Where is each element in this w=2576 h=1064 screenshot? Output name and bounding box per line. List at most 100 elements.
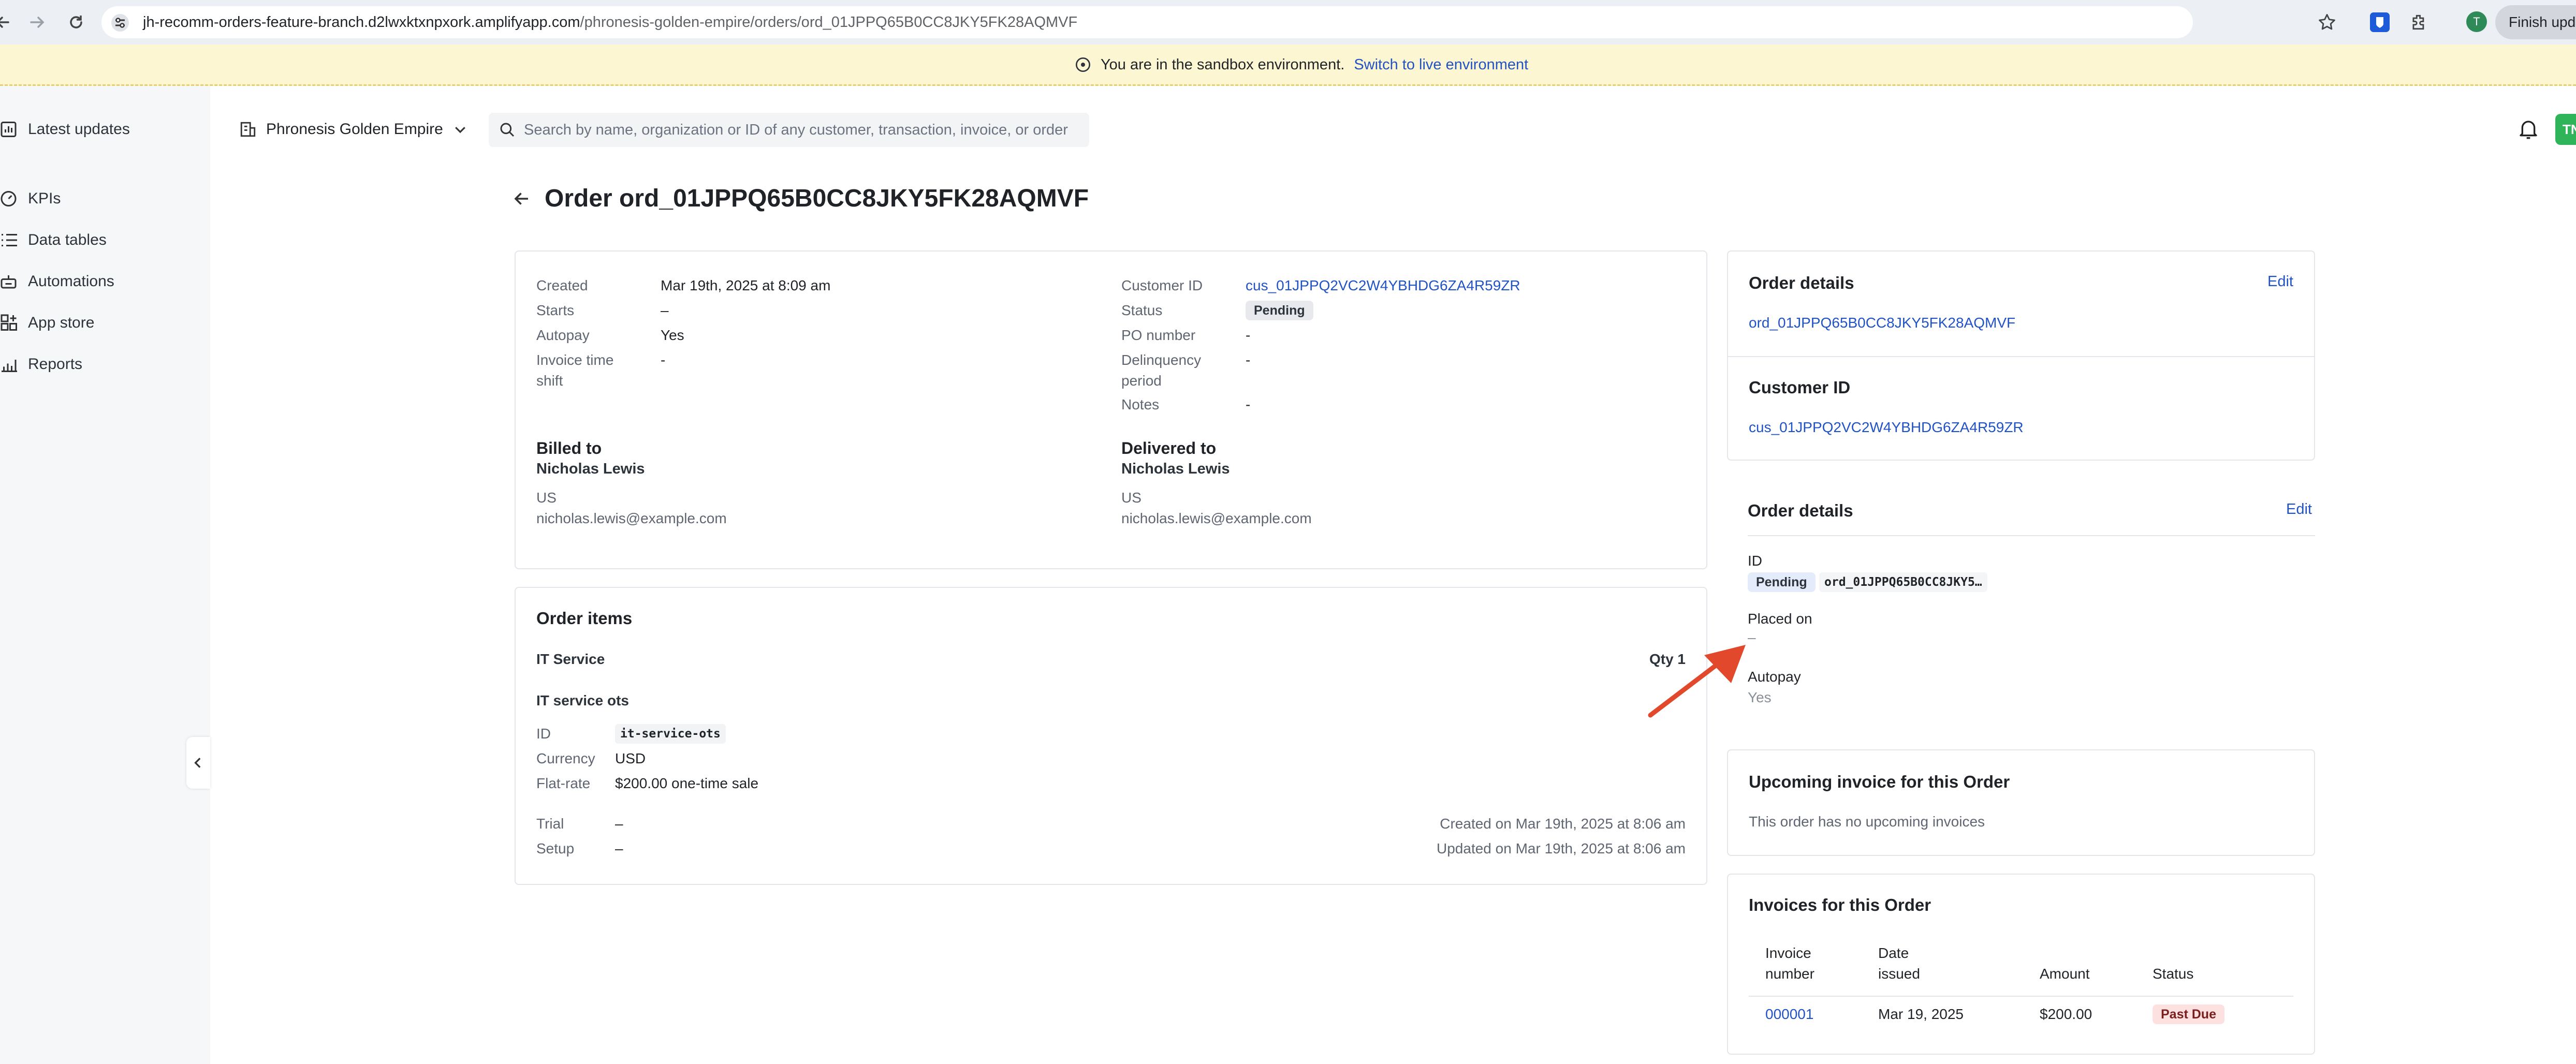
extensions-icon[interactable] (2409, 12, 2429, 32)
url-host: jh-recomm-orders-feature-branch.d2lwxktx… (143, 14, 580, 31)
org-switcher[interactable]: Phronesis Golden Empire (239, 115, 468, 144)
global-search[interactable] (489, 113, 1089, 147)
sidebar-item-label: Data tables (28, 231, 107, 248)
sidebar-item-label: Latest updates (28, 121, 130, 138)
created-value: Mar 19th, 2025 at 8:09 am (661, 277, 831, 293)
site-settings-icon[interactable] (111, 13, 129, 32)
product-name: IT Service (536, 651, 605, 667)
field-label: Created (536, 277, 588, 293)
header-line: Date (1878, 945, 1909, 961)
order-details-heading: Order details (1749, 273, 1854, 292)
grid-plus-icon (0, 314, 19, 332)
reload-icon[interactable] (65, 11, 87, 33)
url-path: /phronesis-golden-empire/orders/ord_01JP… (580, 14, 1078, 31)
upcoming-invoice-card: Upcoming invoice for this Order This ord… (1727, 749, 2315, 856)
created-on-text: Created on Mar 19th, 2025 at 8:06 am (1440, 816, 1686, 832)
field-label: Notes (1121, 396, 1160, 412)
delivered-name: Nicholas Lewis (1121, 461, 1230, 477)
banner-text: You are in the sandbox environment. (1101, 56, 1345, 73)
header-line: number (1765, 966, 1814, 982)
field-label: Currency (536, 750, 595, 766)
field-label: Flat-rate (536, 775, 591, 791)
order-details-section-heading: Order details (1748, 501, 1853, 520)
search-input[interactable] (523, 121, 1074, 139)
gauge-icon (0, 189, 19, 208)
sidebar-item-label: Reports (28, 356, 83, 373)
invoice-amount: $200.00 (2040, 1006, 2092, 1022)
banner-content: You are in the sandbox environment. Swit… (1075, 54, 1528, 76)
delivered-email: nicholas.lewis@example.com (1121, 510, 1312, 526)
search-icon (499, 122, 516, 138)
field-label: Starts (536, 302, 575, 318)
autopay-label: Autopay (1748, 669, 1801, 685)
sidebar-collapse-button[interactable] (186, 737, 210, 789)
delivered-to-heading: Delivered to (1121, 439, 1217, 457)
delinquency-value: - (1246, 352, 1251, 368)
finish-update-button[interactable]: Finish update (2495, 5, 2576, 39)
sidebar-item-kpis[interactable]: KPIs (0, 183, 61, 214)
placed-on-label: Placed on (1748, 611, 1812, 627)
edit-order-details-link[interactable]: Edit (2267, 273, 2293, 290)
table-header-divider (1749, 996, 2293, 997)
column-header-invoice-number: Invoice number (1765, 943, 1814, 984)
chevron-down-icon (452, 122, 468, 137)
field-label: Trial (536, 816, 564, 832)
plan-name: IT service ots (536, 692, 629, 708)
building-icon (239, 121, 257, 138)
sidebar-item-app-store[interactable]: App store (0, 307, 94, 338)
header-line: issued (1878, 966, 1920, 982)
sidebar-item-reports[interactable]: Reports (0, 349, 82, 380)
password-manager-icon[interactable] (2370, 12, 2390, 32)
billed-email: nicholas.lewis@example.com (536, 510, 727, 526)
order-items-card: Order items IT Service Qty 1 IT service … (515, 587, 1707, 885)
field-label: Autopay (536, 327, 590, 343)
autopay-value: Yes (1748, 689, 1772, 705)
back-icon[interactable] (0, 11, 14, 33)
billed-name: Nicholas Lewis (536, 461, 645, 477)
currency-value: USD (615, 750, 646, 766)
field-label: Invoice time shift (536, 352, 614, 389)
header-line: Invoice (1765, 945, 1811, 961)
updated-on-text: Updated on Mar 19th, 2025 at 8:06 am (1437, 840, 1686, 856)
id-label: ID (1748, 553, 1762, 569)
bell-icon[interactable] (2518, 118, 2539, 141)
field-label: Setup (536, 840, 575, 856)
order-id-code: ord_01JPPQ65B0CC8JKY5… (1819, 572, 1987, 592)
edit-order-section-link[interactable]: Edit (2286, 501, 2312, 518)
flatrate-value: $200.00 one-time sale (615, 775, 759, 791)
back-arrow-icon[interactable] (513, 189, 531, 208)
upcoming-invoice-heading: Upcoming invoice for this Order (1749, 772, 2010, 791)
field-label: PO number (1121, 327, 1196, 343)
order-details-card: Order details Edit ord_01JPPQ65B0CC8JKY5… (1727, 250, 2315, 461)
invoices-card: Invoices for this Order Invoice number D… (1727, 874, 2315, 1055)
sidebar-item-data-tables[interactable]: Data tables (0, 225, 107, 256)
status-badge: Pending (1748, 572, 1816, 592)
order-id-link[interactable]: ord_01JPPQ65B0CC8JKY5FK28AQMVF (1749, 313, 2015, 333)
invoice-number-link[interactable]: 000001 (1765, 1004, 1813, 1025)
page-title: Order ord_01JPPQ65B0CC8JKY5FK28AQMVF (545, 185, 1089, 212)
trial-value: – (615, 816, 623, 832)
annotation-arrow-icon (1646, 642, 1750, 725)
bookmark-star-icon[interactable] (2317, 12, 2337, 32)
switch-live-link[interactable]: Switch to live environment (1354, 56, 1528, 73)
invoice-date: Mar 19, 2025 (1878, 1006, 1964, 1022)
browser-toolbar: jh-recomm-orders-feature-branch.d2lwxktx… (0, 0, 2576, 45)
billed-country: US (536, 490, 557, 506)
divider (1748, 535, 2315, 536)
sidebar-item-latest-updates[interactable]: Latest updates (0, 114, 130, 145)
customer-id-link[interactable]: cus_01JPPQ2VC2W4YBHDG6ZA4R59ZR (1246, 275, 1520, 296)
customer-id-heading: Customer ID (1749, 378, 1851, 397)
customer-id-link[interactable]: cus_01JPPQ2VC2W4YBHDG6ZA4R59ZR (1749, 417, 2024, 438)
column-header-status: Status (2153, 966, 2194, 982)
forward-icon[interactable] (26, 11, 48, 33)
divider (1728, 356, 2314, 357)
sandbox-banner: You are in the sandbox environment. Swit… (0, 45, 2576, 86)
invoice-shift-value: - (661, 352, 666, 368)
sidebar-item-automations[interactable]: Automations (0, 266, 114, 297)
upcoming-invoice-text: This order has no upcoming invoices (1749, 814, 1985, 830)
field-label: Delinquency period (1121, 352, 1202, 389)
chevron-left-icon (192, 756, 205, 770)
billed-to-heading: Billed to (536, 439, 602, 457)
profile-avatar[interactable]: T (2466, 11, 2487, 32)
user-avatar[interactable]: TN (2555, 114, 2576, 145)
